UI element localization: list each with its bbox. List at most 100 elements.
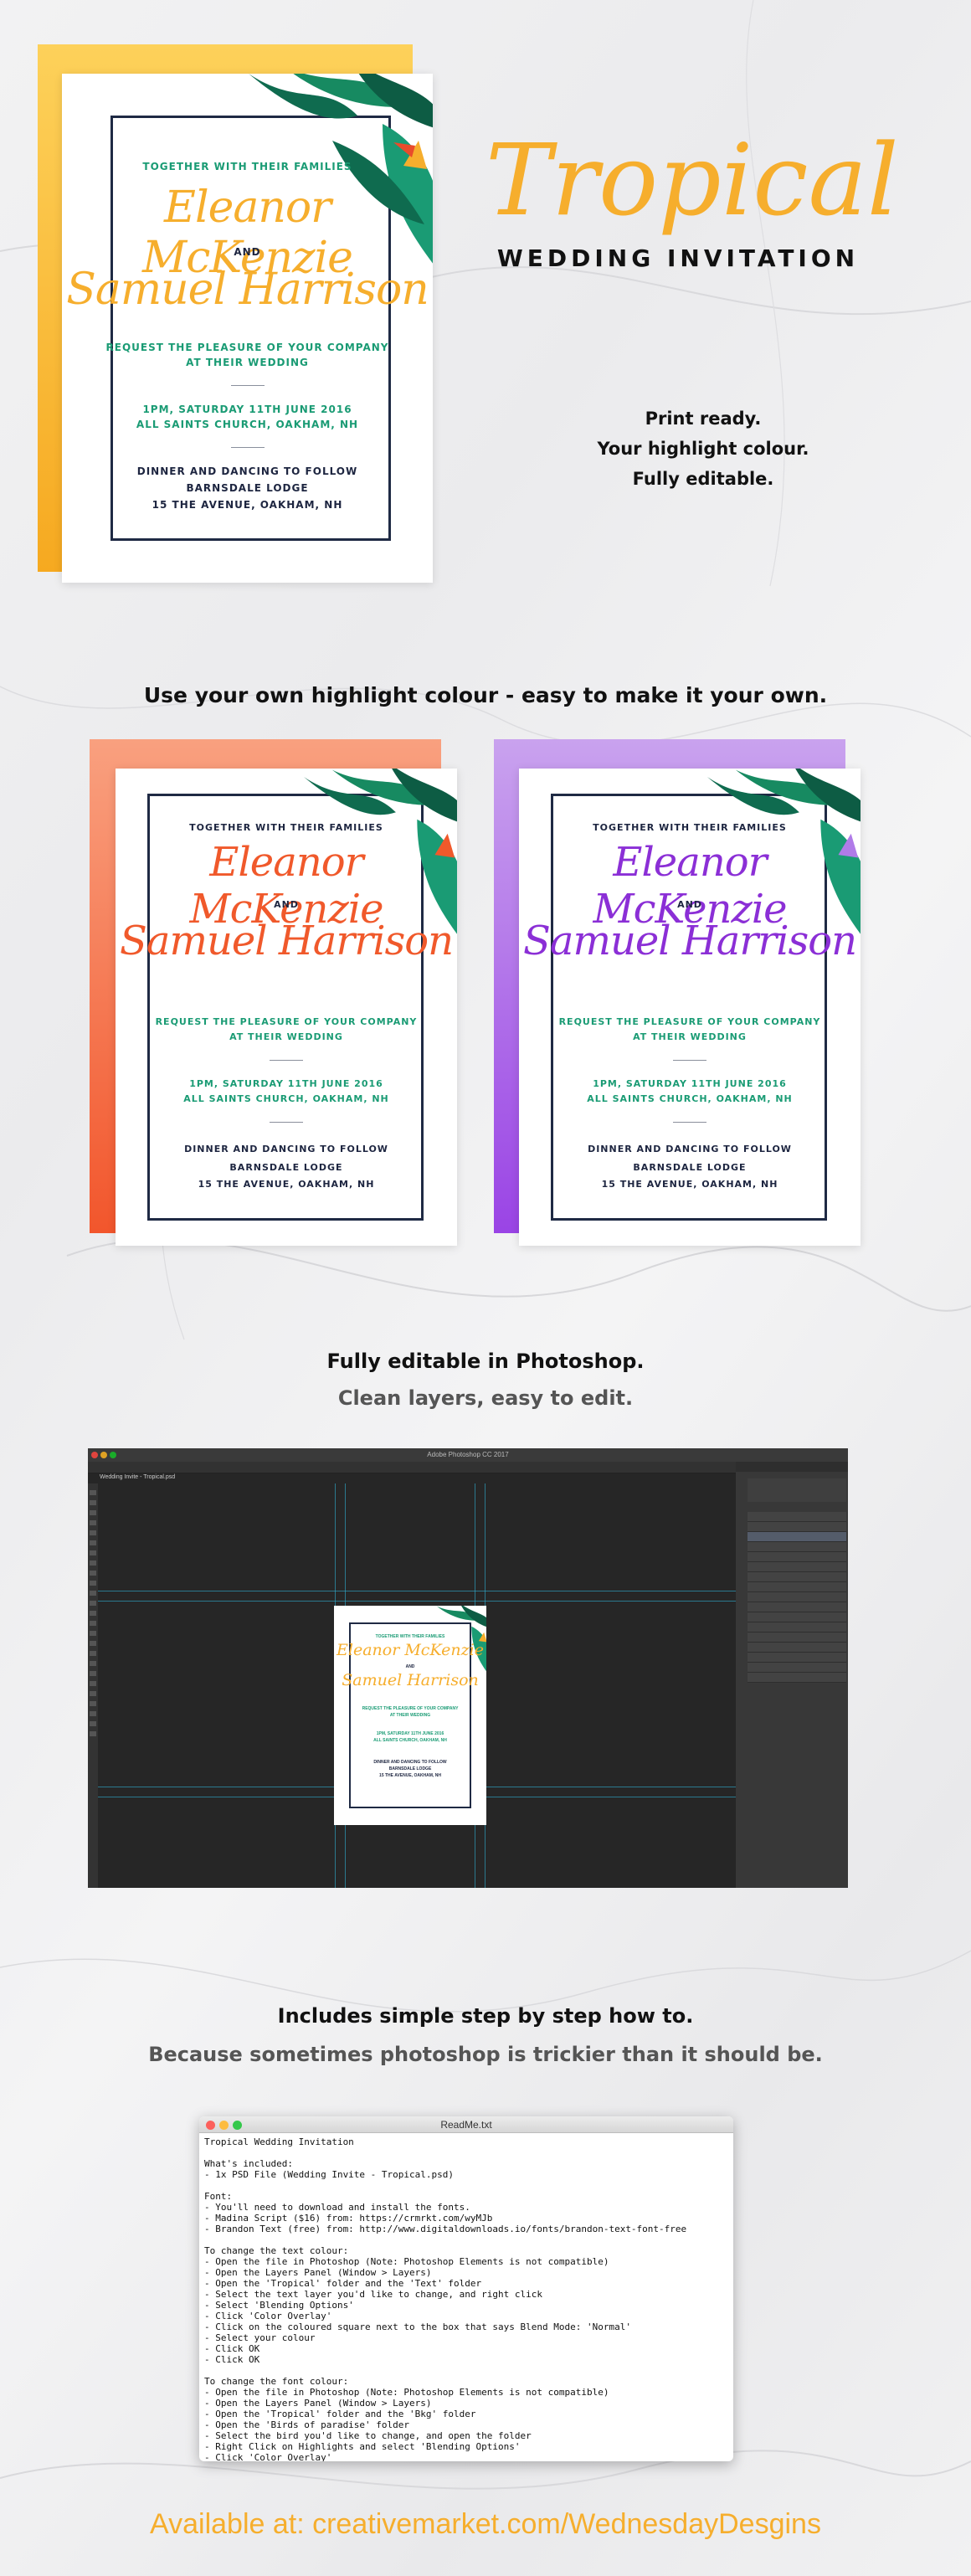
card-divider (231, 447, 265, 448)
ps-document-tabs: Wedding Invite - Tropical.psd (88, 1473, 848, 1483)
card-dinner: DINNER AND DANCING TO FOLLOW (588, 1144, 792, 1154)
ps-doc-tab[interactable]: Wedding Invite - Tropical.psd (100, 1474, 175, 1480)
readme-line: - Select the bird you'd like to change, … (204, 2430, 532, 2441)
card-divider (270, 1060, 303, 1061)
ps-layer-row[interactable] (748, 1512, 846, 1522)
section-howto-heading: Includes simple step by step how to. (277, 2004, 694, 2028)
card-address: 15 THE AVENUE, OAKHAM, NH (152, 499, 343, 511)
readme-line: - Open the file in Photoshop (Note: Phot… (204, 2387, 609, 2398)
ps-layer-row[interactable] (748, 1552, 846, 1562)
ps-layer-row[interactable] (748, 1632, 846, 1643)
photoshop-screenshot: Adobe Photoshop CC 2017 Wedding Invite -… (88, 1448, 848, 1888)
card-church: ALL SAINTS CHURCH, OAKHAM, NH (136, 419, 359, 430)
ps-layer-row[interactable] (748, 1572, 846, 1582)
ps-canvas[interactable]: TOGETHER WITH THEIR FAMILIES Eleanor McK… (98, 1483, 736, 1888)
hero-feature-3: Fully editable. (632, 469, 774, 489)
ps-options-bar (88, 1462, 848, 1473)
readme-line (204, 2365, 728, 2376)
card-line-families: TOGETHER WITH THEIR FAMILIES (142, 161, 352, 172)
readme-line (204, 2180, 728, 2191)
card-line-families: TOGETHER WITH THEIR FAMILIES (375, 1634, 445, 1639)
readme-line: - Open the file in Photoshop (Note: Phot… (204, 2256, 609, 2267)
card-dinner: DINNER AND DANCING TO FOLLOW (136, 465, 358, 477)
card-divider (270, 1122, 303, 1123)
card-lodge: BARNSDALE LODGE (633, 1162, 747, 1173)
readme-line: - Select the text layer you'd like to ch… (204, 2289, 542, 2300)
card-request-2: AT THEIR WEDDING (186, 357, 309, 368)
invitation-card-purple: TOGETHER WITH THEIR FAMILIES Eleanor McK… (519, 769, 861, 1246)
card-and: AND (234, 246, 261, 258)
card-name-2: Samuel Harrison (342, 1671, 479, 1689)
readme-line: Font: (204, 2191, 233, 2202)
card-church: ALL SAINTS CHURCH, OAKHAM, NH (587, 1093, 793, 1104)
ps-layer-row[interactable] (748, 1542, 846, 1552)
ps-layer-row[interactable] (748, 1562, 846, 1572)
ps-layer-row[interactable] (748, 1582, 846, 1592)
section-photoshop-subheading: Clean layers, easy to edit. (337, 1386, 634, 1410)
ps-layer-row[interactable] (748, 1592, 846, 1602)
hero-feature-2: Your highlight colour. (597, 439, 809, 459)
ps-layer-row[interactable] (748, 1622, 846, 1632)
card-request-1: REQUEST THE PLEASURE OF YOUR COMPANY (362, 1706, 459, 1711)
card-address: 15 THE AVENUE, OAKHAM, NH (379, 1773, 441, 1778)
ps-layers-panel (736, 1462, 848, 1888)
ps-layer-row[interactable] (748, 1602, 846, 1612)
footer-link-text[interactable]: Available at: creativemarket.com/Wednesd… (0, 2508, 971, 2541)
ps-layer-row[interactable] (748, 1673, 846, 1683)
readme-line: - Open the 'Tropical' folder and the 'Te… (204, 2278, 482, 2289)
card-church: ALL SAINTS CHURCH, OAKHAM, NH (183, 1093, 389, 1104)
hero-title-script: Tropical (486, 122, 899, 238)
card-dinner: DINNER AND DANCING TO FOLLOW (373, 1760, 447, 1765)
card-and: AND (405, 1664, 415, 1669)
card-request-2: AT THEIR WEDDING (389, 1713, 431, 1718)
card-date: 1PM, SATURDAY 11TH JUNE 2016 (189, 1078, 383, 1089)
readme-line: To change the text colour: (204, 2245, 349, 2256)
card-request-1: REQUEST THE PLEASURE OF YOUR COMPANY (105, 342, 389, 353)
readme-line: - Open the 'Birds of paradise' folder (204, 2419, 410, 2430)
card-address: 15 THE AVENUE, OAKHAM, NH (601, 1179, 778, 1190)
card-request-1: REQUEST THE PLEASURE OF YOUR COMPANY (155, 1016, 418, 1027)
card-divider (231, 385, 265, 386)
card-lodge: BARNSDALE LODGE (186, 482, 309, 494)
readme-line: Tropical Wedding Invitation (204, 2136, 354, 2147)
readme-text[interactable]: Tropical Wedding Invitation What's inclu… (204, 2136, 728, 2461)
readme-line: - You'll need to download and install th… (204, 2202, 470, 2213)
readme-window-title: ReadMe.txt (440, 2119, 492, 2131)
card-name-1: Eleanor McKenzie (337, 1641, 484, 1659)
card-and: AND (677, 899, 702, 910)
readme-line: - Click 'Color Overlay' (204, 2311, 332, 2321)
ps-layer-row[interactable] (748, 1643, 846, 1653)
readme-line: - Click OK (204, 2354, 260, 2365)
ps-layer-row[interactable] (748, 1532, 846, 1542)
readme-line: - Open the Layers Panel (Window > Layers… (204, 2267, 432, 2278)
readme-line: - Click on the coloured square next to t… (204, 2321, 631, 2332)
readme-line: - Open the Layers Panel (Window > Layers… (204, 2398, 432, 2409)
ps-layer-row[interactable] (748, 1612, 846, 1622)
card-and: AND (274, 899, 299, 910)
ps-app-title: Adobe Photoshop CC 2017 (427, 1451, 509, 1458)
card-dinner: DINNER AND DANCING TO FOLLOW (184, 1144, 388, 1154)
card-name-2: Samuel Harrison (119, 918, 454, 964)
readme-line: - Click OK (204, 2343, 260, 2354)
readme-window: ReadMe.txt Tropical Wedding Invitation W… (199, 2116, 733, 2461)
card-request-2: AT THEIR WEDDING (229, 1031, 343, 1042)
card-date: 1PM, SATURDAY 11TH JUNE 2016 (593, 1078, 787, 1089)
card-line-families: TOGETHER WITH THEIR FAMILIES (593, 822, 787, 833)
hero-subtitle: WEDDING INVITATION (496, 244, 860, 272)
readme-line: - Right Click on Highlights and select '… (204, 2441, 521, 2452)
ps-layer-row[interactable] (748, 1653, 846, 1663)
card-request-1: REQUEST THE PLEASURE OF YOUR COMPANY (558, 1016, 821, 1027)
invitation-card-orange: TOGETHER WITH THEIR FAMILIES Eleanor McK… (62, 74, 433, 583)
readme-line: - Select your colour (204, 2332, 316, 2343)
card-church: ALL SAINTS CHURCH, OAKHAM, NH (373, 1738, 447, 1743)
section-highlight-heading: Use your own highlight colour - easy to … (143, 683, 828, 707)
readme-line: What's included: (204, 2158, 293, 2169)
card-lodge: BARNSDALE LODGE (229, 1162, 343, 1173)
ps-layer-row[interactable] (748, 1663, 846, 1673)
invitation-card-coral: TOGETHER WITH THEIR FAMILIES Eleanor McK… (116, 769, 457, 1246)
card-address: 15 THE AVENUE, OAKHAM, NH (198, 1179, 375, 1190)
card-name-2: Samuel Harrison (522, 918, 857, 964)
card-lodge: BARNSDALE LODGE (388, 1766, 432, 1771)
ps-layer-row[interactable] (748, 1522, 846, 1532)
card-date: 1PM, SATURDAY 11TH JUNE 2016 (376, 1731, 444, 1736)
